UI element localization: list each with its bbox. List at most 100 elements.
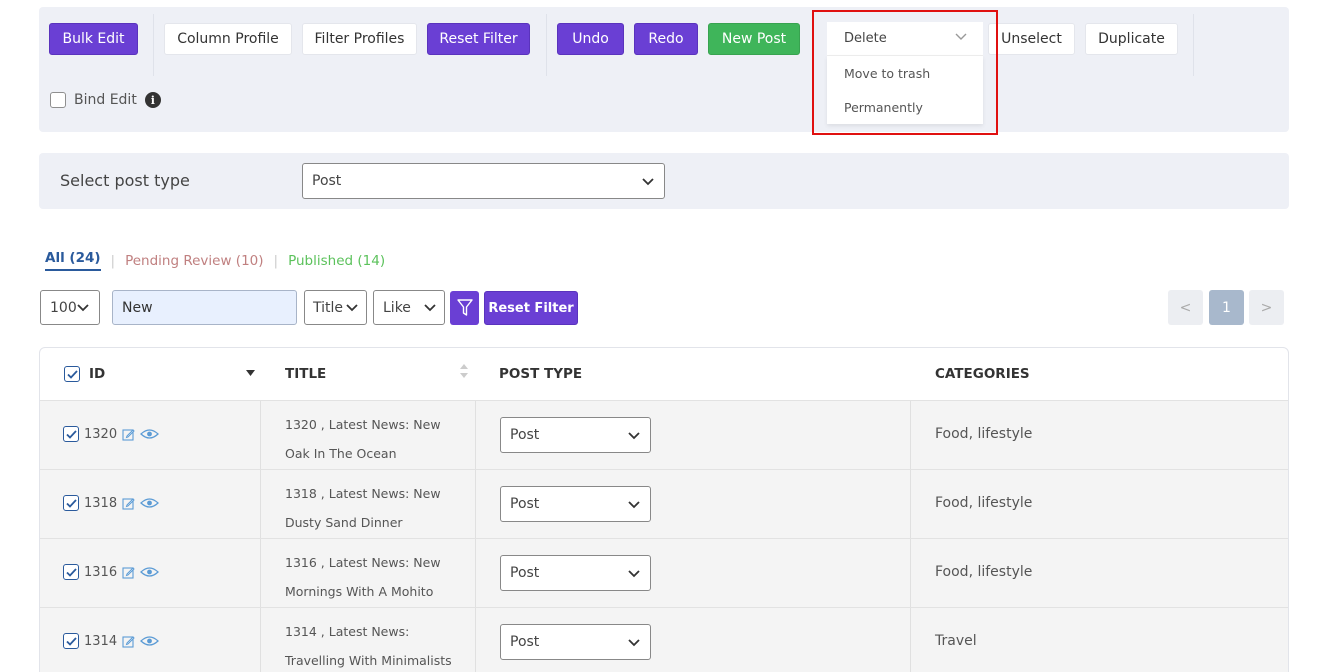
post-type-select[interactable]: Post <box>302 163 665 199</box>
row-title-line: 1316 , Latest News: New <box>285 555 441 570</box>
header-id[interactable]: ID <box>64 348 105 400</box>
row-checkbox[interactable] <box>63 426 79 442</box>
search-input[interactable]: New <box>112 290 297 325</box>
view-eye-icon[interactable] <box>140 428 160 440</box>
filter-operator-select[interactable]: Like <box>373 290 445 325</box>
column-profile-button[interactable]: Column Profile <box>164 23 292 55</box>
toolbar-divider <box>546 14 547 76</box>
cell-divider <box>910 539 911 608</box>
select-all-checkbox[interactable] <box>64 366 80 382</box>
row-title-line: 1314 , Latest News: <box>285 624 410 639</box>
redo-button[interactable]: Redo <box>634 23 698 55</box>
header-title[interactable]: TITLE <box>285 348 326 400</box>
row-checkbox[interactable] <box>63 564 79 580</box>
row-id-cell: 1314 <box>63 633 160 649</box>
edit-icon[interactable] <box>122 566 135 579</box>
edit-icon[interactable] <box>122 635 135 648</box>
per-page-select[interactable]: 100 <box>40 290 100 325</box>
edit-icon[interactable] <box>122 428 135 441</box>
new-post-button[interactable]: New Post <box>708 23 800 55</box>
info-icon[interactable]: i <box>144 92 161 108</box>
reset-filter-button[interactable]: Reset Filter <box>484 291 578 325</box>
row-title-line: 1318 , Latest News: New <box>285 486 441 501</box>
row-checkbox[interactable] <box>63 495 79 511</box>
row-post-type-value: Post <box>510 634 540 650</box>
filter-field-select[interactable]: Title <box>304 290 367 325</box>
chevron-down-icon <box>77 304 89 312</box>
row-id: 1318 <box>84 495 118 511</box>
row-title-line: Travelling With Minimalists <box>285 653 452 668</box>
cell-divider <box>260 608 261 672</box>
view-eye-icon[interactable] <box>140 566 160 578</box>
status-tabs: All (24) | Pending Review (10) | Publish… <box>45 250 385 271</box>
header-id-label: ID <box>89 366 106 382</box>
cell-divider <box>910 401 911 470</box>
checkmark-icon <box>65 567 77 577</box>
unselect-button[interactable]: Unselect <box>988 23 1075 55</box>
row-title-line: 1320 , Latest News: New <box>285 417 441 432</box>
bind-edit-checkbox[interactable] <box>50 92 66 108</box>
row-title-line: Oak In The Ocean <box>285 446 397 461</box>
row-id-cell: 1320 <box>63 426 160 442</box>
sort-icon[interactable] <box>460 364 468 378</box>
table-row: 1318 1318 , Latest News: New Dusty Sand … <box>40 469 1288 539</box>
row-categories: Food, lifestyle <box>935 426 1033 442</box>
tab-pending-review[interactable]: Pending Review (10) <box>125 253 263 269</box>
pagination-prev-button[interactable]: < <box>1168 290 1203 325</box>
cell-divider <box>475 470 476 539</box>
bind-edit-toggle[interactable]: Bind Edit i <box>50 92 161 108</box>
funnel-icon <box>456 299 473 316</box>
view-eye-icon[interactable] <box>140 497 160 509</box>
row-title-line: Mornings With A Mohito <box>285 584 434 599</box>
apply-filter-button[interactable] <box>450 291 479 325</box>
per-page-value: 100 <box>50 299 77 316</box>
cell-divider <box>910 470 911 539</box>
row-post-type-value: Post <box>510 496 540 512</box>
row-checkbox[interactable] <box>63 633 79 649</box>
cell-divider <box>475 608 476 672</box>
cell-divider <box>910 608 911 672</box>
cell-divider <box>260 470 261 539</box>
cell-divider <box>260 401 261 470</box>
view-eye-icon[interactable] <box>140 635 160 647</box>
search-input-value: New <box>122 299 153 316</box>
row-post-type-select[interactable]: Post <box>500 555 651 591</box>
row-id: 1314 <box>84 633 118 649</box>
row-post-type-select[interactable]: Post <box>500 417 651 453</box>
pagination-next-button[interactable]: > <box>1249 290 1284 325</box>
post-type-label: Select post type <box>60 171 190 190</box>
row-title[interactable]: 1316 , Latest News: New Mornings With A … <box>285 548 465 606</box>
undo-button[interactable]: Undo <box>557 23 624 55</box>
row-post-type-select[interactable]: Post <box>500 486 651 522</box>
post-type-select-value: Post <box>312 173 342 189</box>
header-categories[interactable]: CATEGORIES <box>935 348 1030 400</box>
filter-profiles-button[interactable]: Filter Profiles <box>302 23 417 55</box>
row-id: 1320 <box>84 426 118 442</box>
chevron-down-icon <box>628 432 640 440</box>
sort-desc-icon[interactable] <box>246 370 255 377</box>
tab-published[interactable]: Published (14) <box>288 253 385 269</box>
pagination-current-page[interactable]: 1 <box>1209 290 1244 325</box>
row-title[interactable]: 1318 , Latest News: New Dusty Sand Dinne… <box>285 479 465 537</box>
row-categories: Food, lifestyle <box>935 564 1033 580</box>
highlight-annotation <box>812 10 998 135</box>
table-row: 1316 1316 , Latest News: New Mornings Wi… <box>40 538 1288 608</box>
chevron-down-icon <box>424 304 436 312</box>
toolbar-divider <box>153 14 154 76</box>
edit-icon[interactable] <box>122 497 135 510</box>
checkmark-icon <box>66 369 78 379</box>
row-title[interactable]: 1314 , Latest News: Travelling With Mini… <box>285 617 465 672</box>
row-title[interactable]: 1320 , Latest News: New Oak In The Ocean <box>285 410 465 468</box>
duplicate-button[interactable]: Duplicate <box>1085 23 1178 55</box>
checkmark-icon <box>65 498 77 508</box>
row-categories: Travel <box>935 633 977 649</box>
bulk-edit-button[interactable]: Bulk Edit <box>49 23 138 55</box>
reset-filter-toolbar-button[interactable]: Reset Filter <box>427 23 530 55</box>
row-post-type-value: Post <box>510 565 540 581</box>
row-id-cell: 1316 <box>63 564 160 580</box>
row-post-type-select[interactable]: Post <box>500 624 651 660</box>
tab-all[interactable]: All (24) <box>45 250 101 271</box>
header-post-type[interactable]: POST TYPE <box>499 348 582 400</box>
checkmark-icon <box>65 429 77 439</box>
toolbar-divider <box>1193 14 1194 76</box>
